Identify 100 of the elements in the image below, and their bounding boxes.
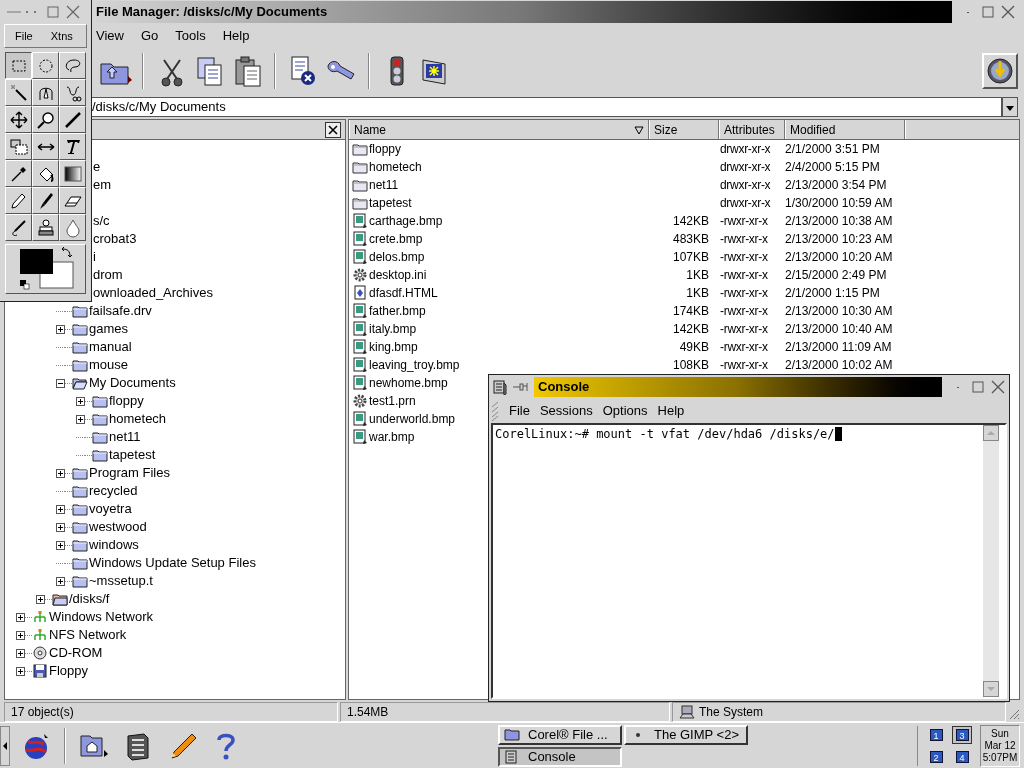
workspace-button[interactable]: 1: [926, 725, 946, 744]
menu-item[interactable]: Help: [657, 401, 685, 421]
tree-item[interactable]: crobat3: [93, 229, 137, 249]
folder-icon: [352, 177, 368, 193]
menu-item[interactable]: Go: [140, 26, 159, 46]
tree-item[interactable]: ~mssetup.t: [89, 571, 153, 591]
tree-item[interactable]: drom: [93, 265, 123, 285]
file-name[interactable]: tapetest: [369, 194, 412, 212]
column-header[interactable]: Size: [649, 120, 719, 139]
terminal-line: CorelLinux:~# mount -t vfat /dev/hda6 /disks/e/: [495, 426, 835, 442]
tree-item[interactable]: NFS Network: [49, 625, 127, 645]
expand-icon[interactable]: [16, 630, 25, 640]
tree-item[interactable]: e: [93, 157, 101, 177]
tree-item[interactable]: manual: [89, 337, 132, 357]
file-name[interactable]: war.bmp: [369, 428, 415, 446]
html-file-icon: [352, 285, 368, 301]
address-field[interactable]: /disks/c/My Documents: [92, 97, 1002, 117]
expand-icon[interactable]: [56, 504, 65, 514]
tree-item[interactable]: hometech: [109, 409, 167, 429]
workspace-button[interactable]: 3: [952, 725, 972, 744]
tree-item[interactable]: recycled: [89, 481, 138, 501]
tree-item[interactable]: failsafe.drv: [89, 301, 152, 321]
tree-item[interactable]: Windows Update Setup Files: [89, 553, 256, 573]
column-header[interactable]: Modified: [785, 120, 905, 139]
tree-item[interactable]: Program Files: [89, 463, 170, 483]
task-button[interactable]: Console: [498, 746, 622, 767]
tree-item[interactable]: voyetra: [89, 499, 132, 519]
column-header[interactable]: Attributes: [719, 120, 785, 139]
expand-icon[interactable]: [56, 522, 65, 532]
move-icon: [8, 109, 29, 130]
expand-icon[interactable]: [76, 396, 85, 406]
menu-item[interactable]: File: [509, 401, 530, 421]
folder-icon: [72, 340, 88, 354]
tree-item[interactable]: westwood: [89, 517, 147, 537]
file-name[interactable]: delos.bmp: [369, 248, 425, 266]
tree-item[interactable]: mouse: [89, 355, 129, 375]
tree-item[interactable]: My Documents: [89, 373, 176, 393]
workspace-button[interactable]: 4: [952, 747, 972, 766]
file-name[interactable]: king.bmp: [369, 338, 418, 356]
expand-icon[interactable]: [36, 594, 45, 604]
network-icon: [32, 610, 48, 624]
expand-icon[interactable]: [16, 612, 25, 622]
close-icon[interactable]: [325, 121, 341, 138]
file-name[interactable]: leaving_troy.bmp: [369, 356, 460, 374]
menu-item[interactable]: Help: [222, 26, 250, 46]
task-button[interactable]: Corel® File ...: [498, 724, 622, 745]
tree-item[interactable]: net11: [109, 427, 141, 447]
workspace-button[interactable]: 2: [926, 747, 946, 766]
file-name[interactable]: dfasdf.HTML: [369, 284, 438, 302]
expand-icon[interactable]: [16, 648, 25, 658]
expand-icon[interactable]: [56, 540, 65, 550]
tree-item[interactable]: Windows Network: [49, 607, 154, 627]
menu-item[interactable]: Options: [602, 401, 648, 421]
menu-item[interactable]: View: [96, 26, 124, 46]
file-name[interactable]: hometech: [369, 158, 422, 176]
console-icon[interactable]: [492, 379, 508, 395]
menu-item[interactable]: Xtns: [50, 27, 73, 45]
file-name[interactable]: net11: [369, 176, 399, 194]
folder-icon: [352, 159, 368, 175]
file-name[interactable]: father.bmp: [369, 302, 426, 320]
expand-icon[interactable]: [56, 468, 65, 478]
collapse-icon[interactable]: [56, 378, 65, 388]
expand-icon[interactable]: [76, 414, 85, 424]
tree-item[interactable]: /disks/f: [69, 589, 110, 609]
tree-item[interactable]: CD-ROM: [49, 643, 103, 663]
menu-item[interactable]: Sessions: [539, 401, 593, 421]
tool-button[interactable]: [5, 52, 32, 79]
file-name[interactable]: underworld.bmp: [369, 410, 456, 428]
column-header[interactable]: Name: [349, 120, 649, 139]
expand-icon[interactable]: [56, 324, 65, 334]
file-name[interactable]: desktop.ini: [369, 266, 427, 284]
tree-item[interactable]: ownloaded_Archives: [93, 283, 213, 303]
file-modified: 2/13/2000 11:09 AM: [785, 339, 892, 356]
file-name[interactable]: floppy: [369, 140, 402, 158]
grip-icon[interactable]: [491, 401, 499, 421]
expand-icon[interactable]: [56, 576, 65, 586]
file-name[interactable]: test1.prn: [369, 392, 416, 410]
tree-item[interactable]: windows: [89, 535, 139, 555]
web-button[interactable]: [982, 53, 1018, 89]
image-file-icon: [352, 213, 368, 229]
file-size: 1KB: [686, 268, 709, 282]
file-name[interactable]: carthage.bmp: [369, 212, 443, 230]
tree-item[interactable]: i: [93, 247, 96, 267]
tree-item[interactable]: games: [89, 319, 129, 339]
menu-item[interactable]: File: [15, 27, 33, 45]
file-size: 142KB: [672, 214, 709, 228]
tree-item[interactable]: floppy: [109, 391, 144, 411]
cd-icon: [32, 646, 48, 660]
tree-item[interactable]: em: [93, 175, 112, 195]
tree-item[interactable]: Floppy: [49, 661, 89, 681]
image-file-icon: [352, 231, 368, 247]
tree-item[interactable]: tapetest: [109, 445, 156, 465]
expand-icon[interactable]: [16, 666, 25, 676]
pin-icon[interactable]: [512, 381, 530, 393]
menu-item[interactable]: Tools: [175, 26, 206, 46]
file-name[interactable]: italy.bmp: [369, 320, 417, 338]
file-name[interactable]: crete.bmp: [369, 230, 423, 248]
task-button[interactable]: The GIMP <2>: [624, 724, 748, 745]
file-name[interactable]: newhome.bmp: [369, 374, 448, 392]
tree-item[interactable]: s/c: [93, 211, 110, 231]
